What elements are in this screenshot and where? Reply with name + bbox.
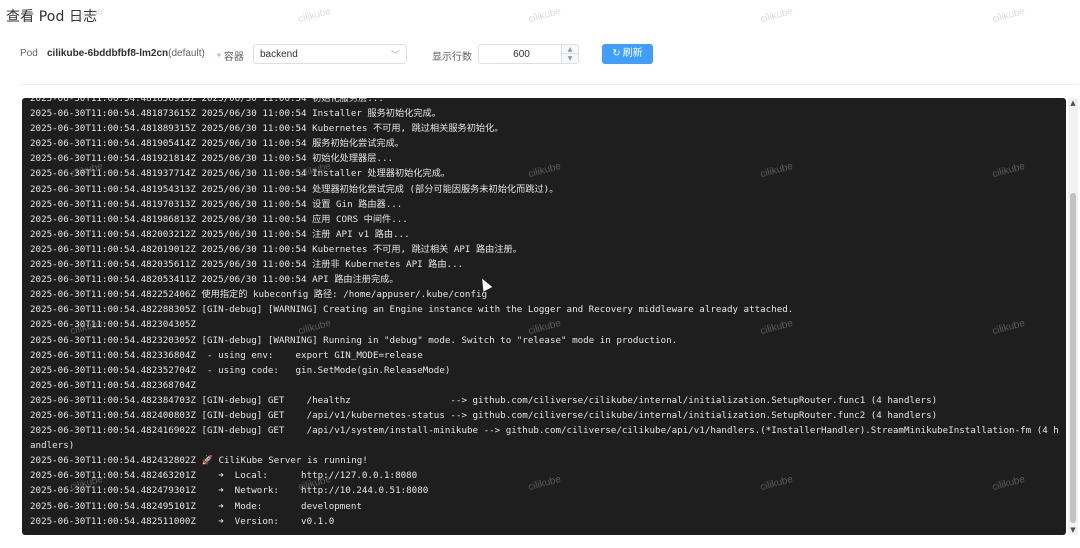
rows-number-input[interactable]: 600 ▲ ▼ xyxy=(478,44,579,64)
log-line: 2025-06-30T11:00:54.482416902Z [GIN-debu… xyxy=(30,425,1059,437)
log-line: 2025-06-30T11:00:54.482495101Z ➜ Mode: d… xyxy=(30,500,362,512)
log-line: 2025-06-30T11:00:54.482252406Z 使用指定的 kub… xyxy=(30,289,488,301)
container-select-value: backend xyxy=(260,49,298,60)
log-line: 2025-06-30T11:00:54.482400803Z [GIN-debu… xyxy=(30,409,938,421)
log-line: 2025-06-30T11:00:54.482463201Z ➜ Local: … xyxy=(30,470,418,482)
pod-label: Pod xyxy=(20,48,38,59)
log-line: 2025-06-30T11:00:54.481937714Z 2025/06/3… xyxy=(30,168,451,180)
container-select[interactable]: backend ﹀ xyxy=(253,44,407,64)
log-line: 2025-06-30T11:00:54.481889315Z 2025/06/3… xyxy=(30,123,504,135)
page-title: 查看 Pod 日志 xyxy=(6,9,98,25)
log-terminal[interactable]: 2025-06-30T11:00:54.481856915Z 2025/06/3… xyxy=(22,98,1066,535)
pod-log-viewer: 查看 Pod 日志 Pod cilikube-6bddbfbf8-lm2cn(d… xyxy=(0,0,1080,548)
pod-name: cilikube-6bddbfbf8-lm2cn(default) xyxy=(47,48,205,59)
watermark: cilikube xyxy=(991,5,1027,26)
divider xyxy=(20,84,1078,85)
scroll-up-icon[interactable]: ▲ xyxy=(1069,99,1077,107)
log-toolbar: Pod cilikube-6bddbfbf8-lm2cn(default) * 容… xyxy=(20,44,1060,64)
log-line: 2025-06-30T11:00:54.482288305Z [GIN-debu… xyxy=(30,304,794,316)
refresh-label: 刷新 xyxy=(622,48,643,59)
rows-label: 显示行数 xyxy=(432,52,472,63)
refresh-icon: ↻ xyxy=(612,48,621,59)
rows-stepper: ▲ ▼ xyxy=(561,45,578,63)
pod-name-text: cilikube-6bddbfbf8-lm2cn xyxy=(47,48,169,59)
log-line: 2025-06-30T11:00:54.481905414Z 2025/06/3… xyxy=(30,138,404,150)
log-scrollbar[interactable]: ▲ ▼ xyxy=(1068,98,1078,535)
refresh-button[interactable]: ↻ 刷新 xyxy=(602,44,653,64)
log-line: 2025-06-30T11:00:54.482320305Z [GIN-debu… xyxy=(30,334,678,346)
log-line: 2025-06-30T11:00:54.482053411Z 2025/06/3… xyxy=(30,274,399,286)
log-line: 2025-06-30T11:00:54.482019012Z 2025/06/3… xyxy=(30,243,522,255)
container-label-text: 容器 xyxy=(223,52,244,63)
increase-icon[interactable]: ▲ xyxy=(562,45,578,54)
container-label: * 容器 xyxy=(217,48,244,63)
log-output: 2025-06-30T11:00:54.481856915Z 2025/06/3… xyxy=(30,98,1062,529)
rows-number-value: 600 xyxy=(513,49,530,60)
scrollbar-thumb[interactable] xyxy=(1070,193,1076,523)
log-line: 2025-06-30T11:00:54.481970313Z 2025/06/3… xyxy=(30,198,403,210)
watermark: cilikube xyxy=(297,5,333,26)
log-line: 2025-06-30T11:00:54.482336804Z - using e… xyxy=(30,349,423,361)
log-line: 2025-06-30T11:00:54.482035611Z 2025/06/3… xyxy=(30,259,464,271)
scroll-down-icon[interactable]: ▼ xyxy=(1069,526,1077,534)
log-line: 2025-06-30T11:00:54.481986813Z 2025/06/3… xyxy=(30,213,408,225)
log-line: 2025-06-30T11:00:54.482384703Z [GIN-debu… xyxy=(30,394,938,406)
required-mark: * xyxy=(217,52,221,63)
log-line: 2025-06-30T11:00:54.482368704Z xyxy=(30,379,196,391)
log-line: 2025-06-30T11:00:54.481873615Z 2025/06/3… xyxy=(30,108,441,120)
watermark: cilikube xyxy=(759,5,795,26)
log-line: 2025-06-30T11:00:54.482479301Z ➜ Network… xyxy=(30,485,429,497)
log-line: 2025-06-30T11:00:54.481954313Z 2025/06/3… xyxy=(30,183,559,195)
log-line: 2025-06-30T11:00:54.482304305Z xyxy=(30,319,196,331)
log-line: 2025-06-30T11:00:54.482003212Z 2025/06/3… xyxy=(30,228,410,240)
log-line: 2025-06-30T11:00:54.482432802Z 🚀 CiliKub… xyxy=(30,455,368,467)
log-line: 2025-06-30T11:00:54.481856915Z 2025/06/3… xyxy=(30,98,384,104)
pod-namespace: (default) xyxy=(168,48,205,59)
log-line: andlers) xyxy=(30,440,75,452)
log-line: 2025-06-30T11:00:54.482511000Z ➜ Version… xyxy=(30,515,335,527)
watermark: cilikube xyxy=(527,5,563,26)
log-line: 2025-06-30T11:00:54.482352704Z - using c… xyxy=(30,364,451,376)
decrease-icon[interactable]: ▼ xyxy=(562,54,578,63)
chevron-down-icon: ﹀ xyxy=(390,51,400,61)
log-line: 2025-06-30T11:00:54.481921814Z 2025/06/3… xyxy=(30,153,394,165)
